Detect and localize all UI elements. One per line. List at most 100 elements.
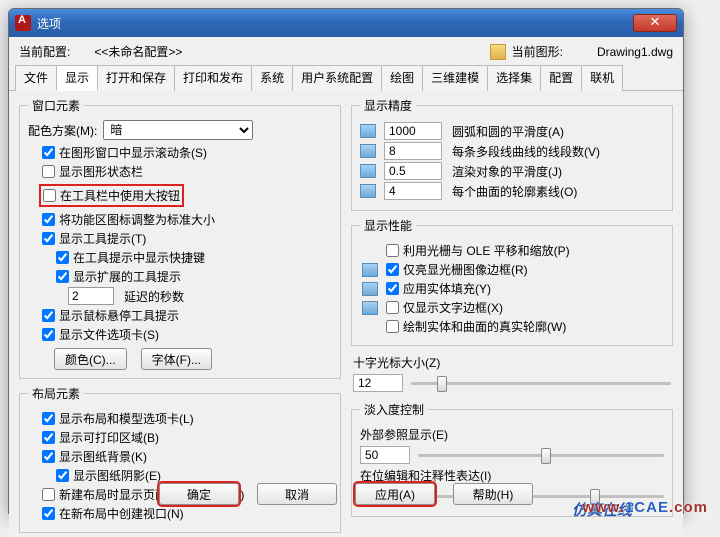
we-3-checkbox[interactable] [42,213,55,226]
tab-用户系统配置[interactable]: 用户系统配置 [292,65,382,91]
xref-fade-slider[interactable] [418,454,664,457]
fonts-button[interactable]: 字体(F)... [141,348,212,370]
perf-checkbox-3[interactable] [386,301,399,314]
drawing-icon [490,44,506,60]
drawing-db-icon [362,301,378,315]
drawing-db-icon [360,124,376,138]
current-profile-label: 当前配置: [19,43,70,60]
tab-系统[interactable]: 系统 [251,65,293,91]
legend-layout-elements: 布局元素 [28,385,84,402]
help-button[interactable]: 帮助(H) [453,483,533,505]
group-layout-elements: 布局元素 显示布局和模型选项卡(L) 显示可打印区域(B) 显示图纸背景(K) 显示图… [19,385,341,533]
inplace-fade-label: 在位编辑和注释性表达(I) [360,467,664,484]
perf-checkbox-4[interactable] [386,320,399,333]
cancel-button[interactable]: 取消 [257,483,337,505]
le-1-checkbox[interactable] [42,431,55,444]
le-2-label: 显示图纸背景(K) [59,448,147,465]
drawing-db-icon [360,184,376,198]
tab-strip: 文件显示打开和保存打印和发布系统用户系统配置绘图三维建模选择集配置联机 [9,64,683,91]
precision-label-2: 渲染对象的平滑度(J) [452,163,562,180]
tab-三维建模[interactable]: 三维建模 [422,65,488,91]
tooltip-delay-label: 延迟的秒数 [124,288,184,305]
legend-fade-control: 淡入度控制 [360,401,428,418]
le-1-label: 显示可打印区域(B) [59,429,159,446]
perf-label-0: 利用光栅与 OLE 平移和缩放(P) [403,242,570,259]
we-0-checkbox[interactable] [42,146,55,159]
we-1-label: 显示图形状态栏 [59,163,143,180]
le-0-checkbox[interactable] [42,412,55,425]
tab-content: 窗口元素 配色方案(M): 暗 在图形窗口中显示滚动条(S) 显示图形状态栏在工具… [9,91,683,537]
window-title: 选项 [37,15,633,32]
watermark-url: www.1CAE.com [582,499,708,516]
precision-label-1: 每条多段线曲线的线段数(V) [452,143,600,160]
we-0-label: 在图形窗口中显示滚动条(S) [59,144,207,161]
crosshair-label: 十字光标大小(Z) [353,354,671,371]
legend-window-elements: 窗口元素 [28,97,84,114]
drawing-db-icon [360,144,376,158]
crosshair-value-input[interactable] [353,374,403,392]
drawing-db-icon [362,263,378,277]
we-2-checkbox[interactable] [43,189,56,202]
legend-display-precision: 显示精度 [360,97,416,114]
precision-input-1[interactable] [384,142,442,160]
group-display-performance: 显示性能 利用光栅与 OLE 平移和缩放(P)仅亮显光栅图像边框(R)应用实体填… [351,217,673,346]
tab-打印和发布[interactable]: 打印和发布 [174,65,252,91]
le-0-label: 显示布局和模型选项卡(L) [59,410,194,427]
le-3-label: 显示图纸阴影(E) [73,467,161,484]
legend-display-performance: 显示性能 [360,217,416,234]
perf-label-3: 仅显示文字边框(X) [403,299,503,316]
colors-button[interactable]: 颜色(C)... [54,348,127,370]
we2-0-label: 显示鼠标悬停工具提示 [59,307,179,324]
current-profile-value: <<未命名配置>> [94,43,182,60]
tab-打开和保存[interactable]: 打开和保存 [97,65,175,91]
apply-button[interactable]: 应用(A) [355,483,435,505]
titlebar[interactable]: 选项 ✕ [9,9,683,37]
options-dialog: 选项 ✕ 当前配置: <<未命名配置>> 当前图形: Drawing1.dwg … [8,8,684,514]
group-crosshair: 十字光标大小(Z) [351,352,673,395]
color-scheme-select[interactable]: 暗 [103,120,253,140]
we2-1-checkbox[interactable] [42,328,55,341]
tab-显示[interactable]: 显示 [56,65,98,91]
perf-label-2: 应用实体填充(Y) [403,280,491,297]
tab-文件[interactable]: 文件 [15,65,57,91]
app-icon [15,15,31,31]
le-2-checkbox[interactable] [42,450,55,463]
tab-配置[interactable]: 配置 [540,65,582,91]
we-6-checkbox[interactable] [56,270,69,283]
precision-input-3[interactable] [384,182,442,200]
profile-header: 当前配置: <<未命名配置>> 当前图形: Drawing1.dwg [9,37,683,64]
tooltip-delay-input[interactable] [68,287,114,305]
color-scheme-label: 配色方案(M): [28,122,97,139]
perf-checkbox-1[interactable] [386,263,399,276]
xref-fade-input[interactable] [360,446,410,464]
le-5-checkbox[interactable] [42,507,55,520]
tab-选择集[interactable]: 选择集 [487,65,541,91]
we-5-checkbox[interactable] [56,251,69,264]
crosshair-slider[interactable] [411,382,671,385]
drawing-db-icon [362,282,378,296]
we-1-checkbox[interactable] [42,165,55,178]
le-5-label: 在新布局中创建视口(N) [59,505,184,522]
precision-label-0: 圆弧和圆的平滑度(A) [452,123,564,140]
current-drawing-label: 当前图形: [512,43,563,60]
perf-checkbox-0[interactable] [386,244,399,257]
group-window-elements: 窗口元素 配色方案(M): 暗 在图形窗口中显示滚动条(S) 显示图形状态栏在工具… [19,97,341,379]
we-4-checkbox[interactable] [42,232,55,245]
close-button[interactable]: ✕ [633,14,677,32]
we-2-label: 在工具栏中使用大按钮 [60,187,180,204]
precision-label-3: 每个曲面的轮廓素线(O) [452,183,577,200]
we-6-label: 显示扩展的工具提示 [73,268,181,285]
group-display-precision: 显示精度 圆弧和圆的平滑度(A) 每条多段线曲线的线段数(V) 渲染对象的平滑度(J… [351,97,673,211]
we-3-label: 将功能区图标调整为标准大小 [59,211,215,228]
tab-绘图[interactable]: 绘图 [381,65,423,91]
precision-input-0[interactable] [384,122,442,140]
we2-0-checkbox[interactable] [42,309,55,322]
ok-button[interactable]: 确定 [159,483,239,505]
le-3-checkbox[interactable] [56,469,69,482]
we2-1-label: 显示文件选项卡(S) [59,326,159,343]
we-4-label: 显示工具提示(T) [59,230,146,247]
perf-checkbox-2[interactable] [386,282,399,295]
we-5-label: 在工具提示中显示快捷键 [73,249,205,266]
tab-联机[interactable]: 联机 [581,65,623,91]
precision-input-2[interactable] [384,162,442,180]
